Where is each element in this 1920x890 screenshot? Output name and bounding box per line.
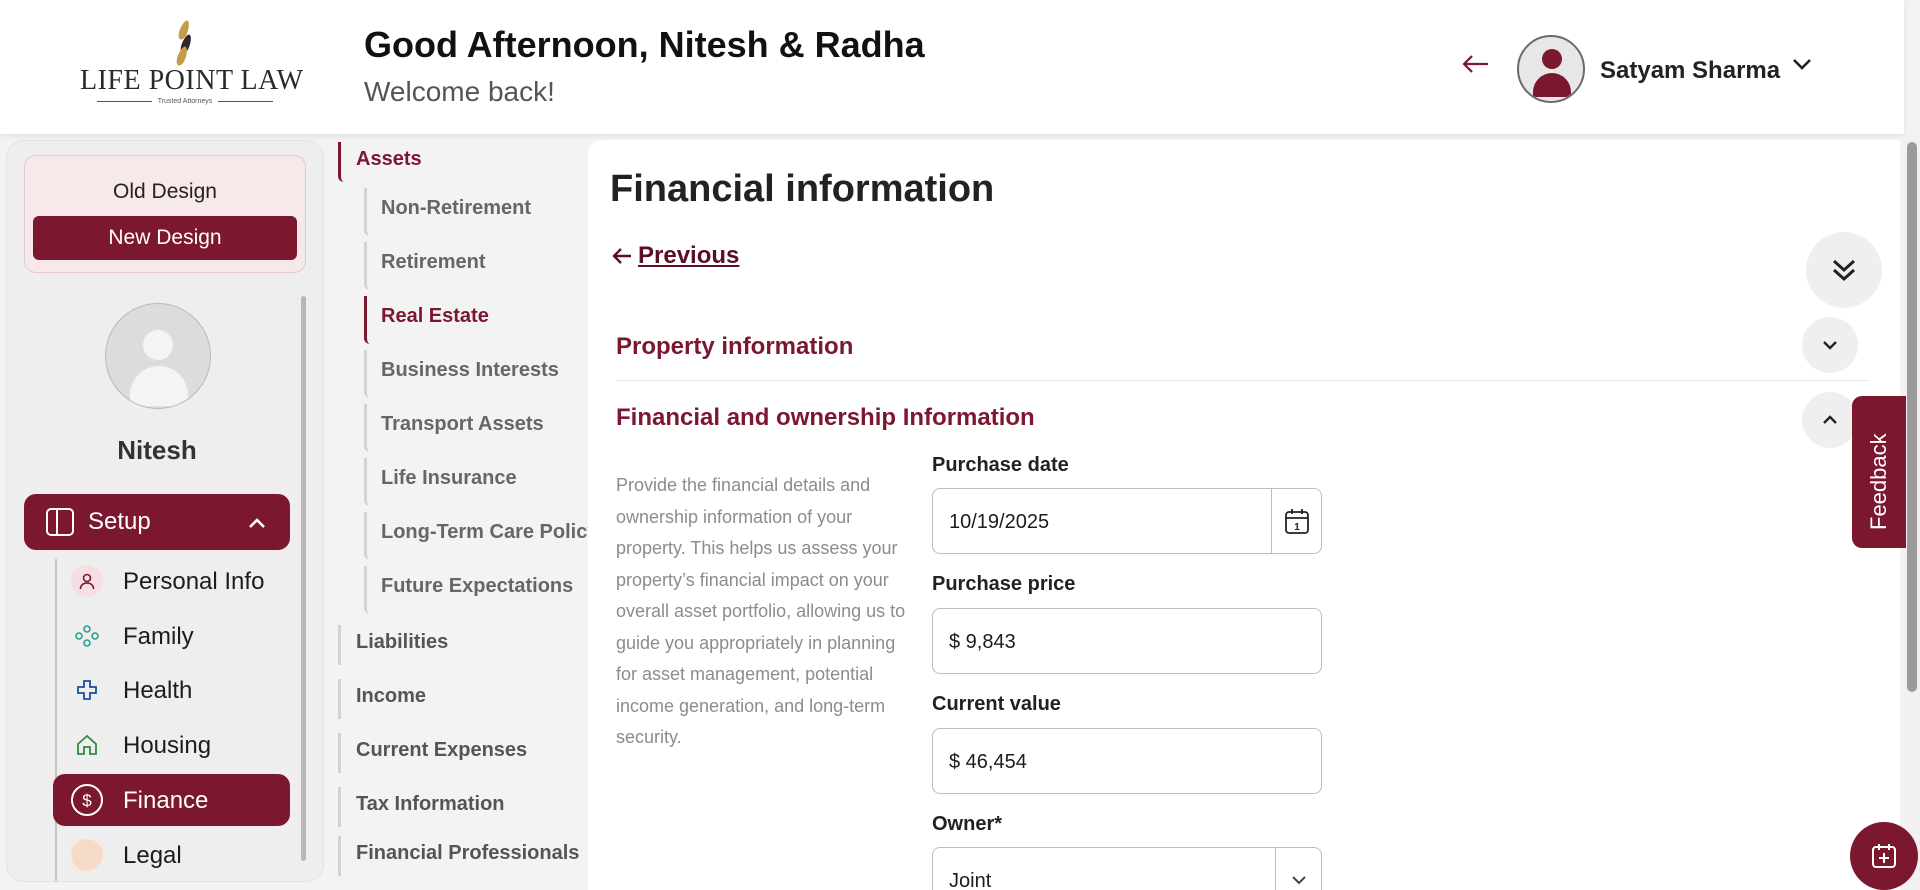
subnav-business-interests[interactable]: Business Interests: [364, 350, 559, 398]
section-description: Provide the financial details and owners…: [616, 475, 906, 747]
sidebar-item-label: Legal: [123, 842, 182, 869]
sidebar-item-label: Finance: [123, 787, 209, 814]
legal-icon: [71, 839, 103, 871]
chevron-up-icon: [1823, 415, 1837, 424]
logo-tagline: Trusted Attorneys: [157, 98, 213, 105]
section-toggle-button[interactable]: [1802, 392, 1858, 448]
new-design-button[interactable]: New Design: [33, 216, 297, 260]
subnav-life-insurance[interactable]: Life Insurance: [364, 458, 517, 506]
chevron-down-icon: [1823, 341, 1837, 350]
left-sidebar: Old Design New Design Nitesh Setup Perso…: [6, 140, 324, 882]
double-chevron-down-icon: [1832, 259, 1856, 282]
sidebar-item-label: Personal Info: [123, 568, 265, 595]
subnav-financial-professionals[interactable]: Financial Professionals: [338, 836, 579, 876]
arrow-left-icon: [612, 248, 631, 264]
purchase-date-value: 10/19/2025: [949, 511, 1050, 533]
section-financial-ownership[interactable]: Financial and ownership Information: [616, 404, 1035, 432]
sidebar-item-label: Health: [123, 677, 193, 704]
current-value-label: Current value: [932, 693, 1061, 715]
section-toggle-button[interactable]: [1802, 317, 1858, 373]
sidebar-item-label: Housing: [123, 732, 212, 759]
old-design-button[interactable]: Old Design: [25, 180, 305, 204]
calendar-icon[interactable]: 1: [1271, 489, 1321, 553]
logo: LIFE POINT LAW Trusted Attorneys: [80, 18, 304, 110]
expand-all-button[interactable]: [1806, 232, 1882, 308]
chevron-down-icon[interactable]: [1790, 52, 1814, 76]
health-cross-icon: [71, 674, 103, 706]
dollar-icon: $: [71, 784, 103, 816]
setup-label: Setup: [88, 508, 151, 535]
sidebar-item-family[interactable]: Family: [53, 610, 290, 662]
welcome-subtitle: Welcome back!: [364, 76, 555, 107]
top-header: LIFE POINT LAW Trusted Attorneys Good Af…: [0, 0, 1904, 134]
logo-mark-icon: [170, 18, 200, 67]
main-scrollbar-thumb[interactable]: [1907, 142, 1917, 692]
chevron-up-icon: [246, 512, 268, 534]
current-value-field[interactable]: $ 46,454: [932, 728, 1322, 794]
subnav-non-retirement[interactable]: Non-Retirement: [364, 188, 531, 236]
design-switcher: Old Design New Design: [24, 155, 306, 273]
subnav-real-estate[interactable]: Real Estate: [364, 296, 489, 344]
sidebar-item-personal-info[interactable]: Personal Info: [53, 555, 290, 607]
owner-label: Owner*: [932, 813, 1003, 835]
user-name[interactable]: Satyam Sharma: [1600, 57, 1780, 85]
sidebar-item-finance[interactable]: $ Finance: [53, 774, 290, 826]
sidebar-scrollbar[interactable]: [301, 296, 306, 861]
sidebar-item-label: Family: [123, 623, 194, 650]
sidebar-item-housing[interactable]: Housing: [53, 719, 290, 771]
family-icon: [71, 620, 103, 652]
add-note-button[interactable]: [1850, 822, 1918, 890]
purchase-price-label: Purchase price: [932, 573, 1076, 595]
subnav-retirement[interactable]: Retirement: [364, 242, 485, 290]
owner-select[interactable]: Joint: [932, 847, 1322, 890]
subnav-income[interactable]: Income: [338, 679, 426, 719]
purchase-date-label: Purchase date: [932, 454, 1069, 476]
arrow-left-icon[interactable]: [1460, 52, 1494, 76]
main-content: Financial information Previous Property …: [588, 140, 1900, 890]
finance-subnav: Assets Non-Retirement Retirement Real Es…: [330, 140, 588, 882]
logo-text: LIFE POINT LAW: [80, 65, 304, 96]
greeting-title: Good Afternoon, Nitesh & Radha: [364, 24, 925, 65]
setup-menu-button[interactable]: Setup: [24, 494, 290, 550]
sidebar-panel-icon: [46, 508, 74, 536]
subnav-transport-assets[interactable]: Transport Assets: [364, 404, 544, 452]
user-avatar[interactable]: [1517, 35, 1585, 103]
feedback-label: Feedback: [1866, 433, 1891, 530]
previous-link[interactable]: Previous: [610, 240, 739, 272]
profile-name: Nitesh: [117, 435, 197, 465]
svg-text:1: 1: [1294, 522, 1300, 533]
page-title: Financial information: [610, 168, 995, 210]
sidebar-item-legal[interactable]: Legal: [53, 829, 290, 881]
purchase-date-field[interactable]: 10/19/2025 1: [932, 488, 1322, 554]
svg-text:$: $: [82, 791, 92, 810]
previous-label: Previous: [638, 242, 740, 269]
chevron-down-icon: [1275, 848, 1321, 890]
subnav-long-term-care-policy[interactable]: Long-Term Care Policy: [364, 512, 588, 560]
calendar-plus-icon: [1872, 844, 1896, 868]
subnav-current-expenses[interactable]: Current Expenses: [338, 733, 527, 773]
purchase-price-value: $ 9,843: [949, 631, 1016, 653]
feedback-tab[interactable]: Feedback: [1852, 396, 1906, 548]
section-property-information[interactable]: Property information: [616, 333, 853, 361]
sidebar-item-health[interactable]: Health: [53, 664, 290, 716]
subnav-liabilities[interactable]: Liabilities: [338, 625, 448, 665]
person-icon: [71, 565, 103, 597]
profile-avatar: [105, 303, 211, 409]
owner-value: Joint: [949, 870, 992, 890]
home-icon: [71, 729, 103, 761]
subnav-tax-information[interactable]: Tax Information: [338, 787, 505, 827]
current-value-value: $ 46,454: [949, 751, 1027, 773]
subnav-future-expectations[interactable]: Future Expectations: [364, 566, 573, 614]
subnav-assets[interactable]: Assets: [338, 142, 422, 182]
purchase-price-field[interactable]: $ 9,843: [932, 608, 1322, 674]
